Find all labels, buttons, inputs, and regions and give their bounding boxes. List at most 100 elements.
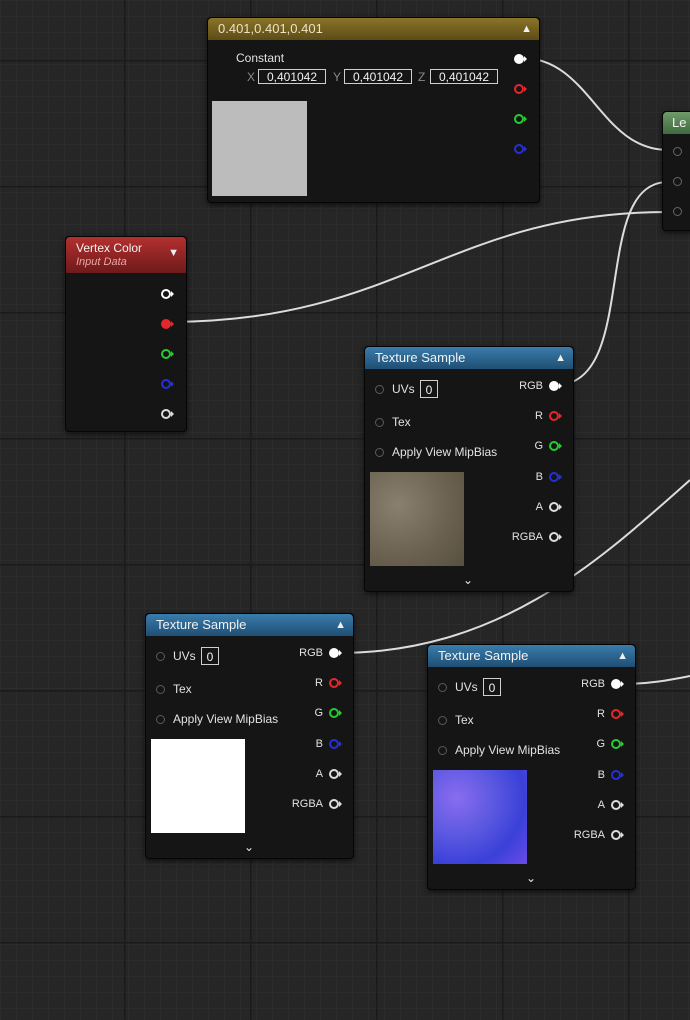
- mipbias-label: Apply View MipBias: [455, 743, 561, 757]
- lerp-alpha-pin[interactable]: [673, 207, 682, 216]
- output-pin-white[interactable]: [513, 53, 529, 65]
- rgba-output-label: RGBA: [511, 531, 543, 543]
- wire-constant-to-lerp: [521, 57, 669, 151]
- constant-preview: [212, 101, 307, 196]
- uvs-input-pin[interactable]: [438, 683, 447, 692]
- rgba-output-label: RGBA: [573, 829, 605, 841]
- a-output-pin[interactable]: [328, 768, 344, 780]
- vc-output-pin-white[interactable]: [160, 288, 176, 300]
- lerp-node-header[interactable]: Le: [663, 112, 690, 134]
- y-value-field[interactable]: 0,401042: [344, 69, 412, 84]
- b-output-label: B: [315, 738, 323, 750]
- x-value-field[interactable]: 0,401042: [258, 69, 326, 84]
- vertex-color-title: Vertex Color: [76, 241, 143, 255]
- g-output-pin[interactable]: [548, 440, 564, 452]
- b-output-pin[interactable]: [548, 471, 564, 483]
- a-output-label: A: [597, 799, 605, 811]
- texture-preview-normal-map: [433, 770, 527, 864]
- lerp-input-a-pin[interactable]: [673, 147, 682, 156]
- rgb-output-pin[interactable]: [328, 647, 344, 659]
- uvs-label: UVs: [392, 382, 415, 396]
- output-pin-red[interactable]: [513, 83, 529, 95]
- rgb-output-label: RGB: [519, 380, 543, 392]
- uvs-value-field[interactable]: 0: [420, 380, 438, 398]
- constant-label: Constant: [236, 51, 285, 65]
- vertex-color-header[interactable]: Vertex Color Input Data ▼: [66, 237, 186, 273]
- constant-node-title: 0.401,0.401,0.401: [218, 21, 323, 36]
- lerp-input-b-pin[interactable]: [673, 177, 682, 186]
- texture-sample-3-title: Texture Sample: [438, 648, 529, 663]
- vc-output-pin-red[interactable]: [160, 318, 176, 330]
- mipbias-input-pin[interactable]: [438, 746, 447, 755]
- uvs-input-pin[interactable]: [375, 385, 384, 394]
- tex-input-pin[interactable]: [438, 716, 447, 725]
- expand-chevron-icon[interactable]: ⌄: [463, 573, 473, 587]
- expand-chevron-icon[interactable]: ⌄: [526, 871, 536, 885]
- texture-sample-node-2[interactable]: Texture Sample ▲ UVs 0 Tex Apply View Mi…: [145, 613, 354, 859]
- chevron-up-icon[interactable]: ▲: [555, 347, 566, 369]
- tex-label: Tex: [173, 682, 192, 696]
- uvs-label: UVs: [173, 649, 196, 663]
- g-output-pin[interactable]: [328, 707, 344, 719]
- rgb-output-pin[interactable]: [610, 678, 626, 690]
- rgb-output-label: RGB: [581, 678, 605, 690]
- r-output-pin[interactable]: [548, 410, 564, 422]
- r-output-pin[interactable]: [610, 708, 626, 720]
- output-pin-green[interactable]: [513, 113, 529, 125]
- rgba-output-pin[interactable]: [548, 531, 564, 543]
- chevron-up-icon[interactable]: ▲: [617, 645, 628, 667]
- r-output-pin[interactable]: [328, 677, 344, 689]
- vc-output-pin-alpha[interactable]: [160, 408, 176, 420]
- uvs-value-field[interactable]: 0: [201, 647, 219, 665]
- constant-node-header[interactable]: 0.401,0.401,0.401 ▲: [208, 18, 539, 40]
- g-output-pin[interactable]: [610, 738, 626, 750]
- g-output-label: G: [534, 440, 543, 452]
- g-output-label: G: [596, 738, 605, 750]
- z-value-field[interactable]: 0,401042: [430, 69, 498, 84]
- tex-input-pin[interactable]: [156, 685, 165, 694]
- texture-sample-1-title: Texture Sample: [375, 350, 466, 365]
- chevron-up-icon[interactable]: ▲: [335, 614, 346, 636]
- mipbias-input-pin[interactable]: [375, 448, 384, 457]
- uvs-input-pin[interactable]: [156, 652, 165, 661]
- vc-output-pin-green[interactable]: [160, 348, 176, 360]
- b-output-label: B: [535, 471, 543, 483]
- rgba-output-pin[interactable]: [328, 798, 344, 810]
- tex-label: Tex: [455, 713, 474, 727]
- mipbias-label: Apply View MipBias: [173, 712, 279, 726]
- rgba-output-pin[interactable]: [610, 829, 626, 841]
- mipbias-input-pin[interactable]: [156, 715, 165, 724]
- texture-sample-3-header[interactable]: Texture Sample ▲: [428, 645, 635, 667]
- r-output-label: R: [315, 677, 323, 689]
- vc-output-pin-blue[interactable]: [160, 378, 176, 390]
- z-axis-label: Z: [418, 70, 426, 84]
- b-output-pin[interactable]: [328, 738, 344, 750]
- lerp-node-title: Le: [672, 115, 687, 130]
- texture-sample-2-header[interactable]: Texture Sample ▲: [146, 614, 353, 636]
- output-pin-blue[interactable]: [513, 143, 529, 155]
- lerp-node[interactable]: Le: [662, 111, 690, 231]
- uvs-value-field[interactable]: 0: [483, 678, 501, 696]
- g-output-label: G: [314, 707, 323, 719]
- a-output-label: A: [315, 768, 323, 780]
- texture-preview-white: [151, 739, 245, 833]
- y-axis-label: Y: [333, 70, 342, 84]
- a-output-pin[interactable]: [610, 799, 626, 811]
- rgba-output-label: RGBA: [291, 798, 323, 810]
- chevron-down-icon[interactable]: ▼: [168, 247, 179, 259]
- rgb-output-pin[interactable]: [548, 380, 564, 392]
- texture-sample-node-3[interactable]: Texture Sample ▲ UVs 0 Tex Apply View Mi…: [427, 644, 636, 890]
- texture-sample-node-1[interactable]: Texture Sample ▲ UVs 0 Tex Apply View Mi…: [364, 346, 574, 592]
- constant-node[interactable]: 0.401,0.401,0.401 ▲ Constant X 0,401042 …: [207, 17, 540, 203]
- a-output-label: A: [535, 501, 543, 513]
- r-output-label: R: [597, 708, 605, 720]
- texture-sample-1-header[interactable]: Texture Sample ▲: [365, 347, 573, 369]
- a-output-pin[interactable]: [548, 501, 564, 513]
- texture-preview-concrete: [370, 472, 464, 566]
- chevron-up-icon[interactable]: ▲: [521, 18, 532, 40]
- b-output-pin[interactable]: [610, 769, 626, 781]
- expand-chevron-icon[interactable]: ⌄: [244, 840, 254, 854]
- vertex-color-node[interactable]: Vertex Color Input Data ▼: [65, 236, 187, 432]
- uvs-label: UVs: [455, 680, 478, 694]
- tex-input-pin[interactable]: [375, 418, 384, 427]
